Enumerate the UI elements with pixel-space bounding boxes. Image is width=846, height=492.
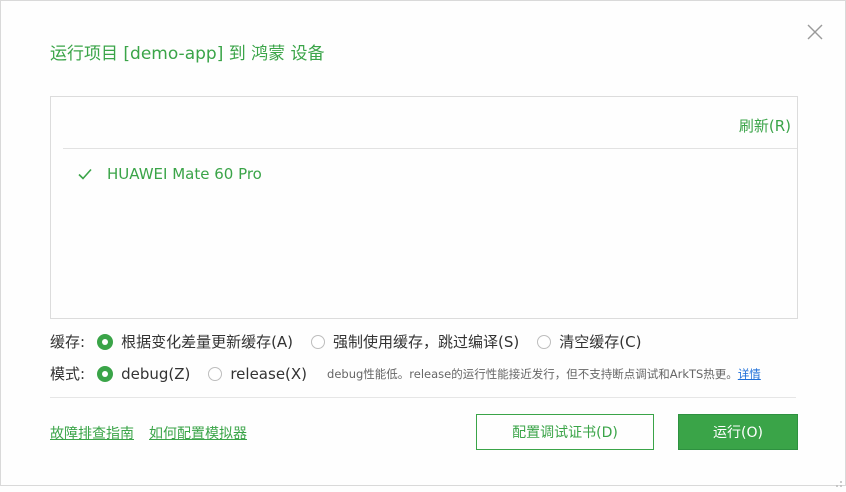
cache-label: 缓存:: [50, 333, 86, 351]
mode-note-text: debug性能低。release的运行性能接近发行，但不支持断点调试和ArkTS…: [327, 366, 738, 381]
close-icon[interactable]: [804, 21, 826, 43]
radio-cache-force[interactable]: 强制使用缓存，跳过编译(S): [311, 331, 519, 352]
radio-unselected-icon: [537, 334, 552, 349]
mode-note: debug性能低。release的运行性能接近发行，但不支持断点调试和ArkTS…: [327, 366, 761, 382]
run-button[interactable]: 运行(O): [678, 414, 798, 450]
device-list-panel: 刷新(R) HUAWEI Mate 60 Pro: [50, 96, 798, 319]
device-item[interactable]: HUAWEI Mate 60 Pro: [77, 163, 262, 185]
cache-options-row: 缓存: 根据变化差量更新缓存(A) 强制使用缓存，跳过编译(S) 清空缓存(C): [50, 331, 659, 352]
radio-unselected-icon: [311, 334, 326, 349]
footer-divider: [50, 397, 796, 398]
radio-label: 清空缓存(C): [559, 333, 642, 351]
radio-label: 根据变化差量更新缓存(A): [121, 333, 294, 351]
mode-label: 模式:: [50, 365, 86, 383]
mode-options-row: 模式: debug(Z) release(X) debug性能低。release…: [50, 363, 761, 384]
troubleshoot-link[interactable]: 故障排查指南: [50, 423, 134, 443]
refresh-link[interactable]: 刷新(R): [739, 115, 791, 136]
checkmark-icon: [77, 166, 93, 182]
resize-grip-icon[interactable]: [833, 473, 843, 487]
radio-label: debug(Z): [121, 364, 191, 383]
radio-label: 强制使用缓存，跳过编译(S): [333, 333, 520, 351]
config-cert-button[interactable]: 配置调试证书(D): [476, 414, 654, 450]
panel-divider: [63, 148, 797, 149]
radio-mode-release[interactable]: release(X): [208, 365, 307, 383]
run-device-dialog: 运行项目 [demo-app] 到 鸿蒙 设备 刷新(R) HUAWEI Mat…: [0, 0, 846, 487]
radio-mode-debug[interactable]: debug(Z): [97, 365, 190, 383]
detail-link[interactable]: 详情: [738, 367, 761, 381]
radio-cache-incremental[interactable]: 根据变化差量更新缓存(A): [97, 331, 293, 352]
radio-unselected-icon: [208, 366, 223, 381]
dialog-title: 运行项目 [demo-app] 到 鸿蒙 设备: [50, 44, 325, 64]
radio-cache-clear[interactable]: 清空缓存(C): [537, 331, 641, 352]
device-name: HUAWEI Mate 60 Pro: [107, 165, 262, 183]
radio-selected-icon: [97, 333, 114, 350]
emulator-config-link[interactable]: 如何配置模拟器: [149, 423, 247, 443]
radio-selected-icon: [97, 365, 114, 382]
radio-label: release(X): [230, 364, 308, 383]
